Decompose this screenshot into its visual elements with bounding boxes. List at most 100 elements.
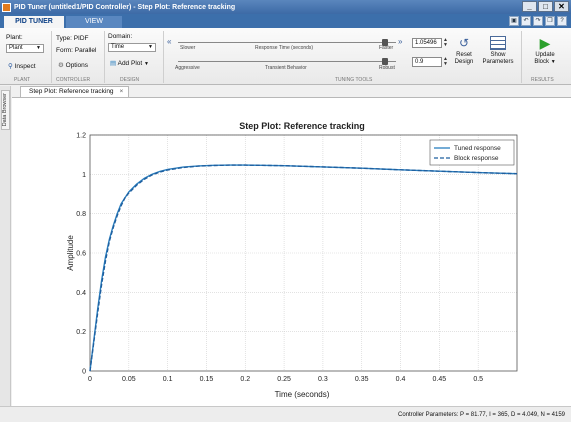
chevron-down-icon: ▼ (148, 44, 153, 50)
close-icon[interactable]: × (120, 88, 124, 95)
slider-decrease-icon[interactable]: « (167, 37, 171, 46)
x-tick-label: 0.1 (163, 376, 173, 383)
divider (104, 31, 105, 83)
series-line-tuned-response (89, 164, 518, 372)
section-design: DESIGN (120, 77, 140, 83)
y-tick-label: 0.8 (76, 211, 86, 218)
slower-label: Slower (180, 45, 196, 51)
help-icon[interactable]: ? (557, 16, 567, 26)
matlab-app-icon (2, 2, 11, 12)
chevron-down-icon: ▼ (144, 61, 149, 67)
update-block-label-2: Block (534, 59, 550, 65)
plant-dropdown[interactable]: Plant ▼ (6, 44, 44, 53)
tab-pid-tuner[interactable]: PID TUNER (4, 16, 64, 28)
section-plant: PLANT (14, 77, 31, 83)
add-plot-label: Add Plot (117, 60, 143, 67)
divider (163, 31, 164, 83)
domain-dropdown-value: Time (111, 44, 125, 50)
gear-icon: ⚙ (58, 62, 64, 69)
response-time-slider[interactable] (178, 42, 396, 43)
reset-design-label-1: Reset (456, 52, 472, 58)
minimize-button[interactable]: _ (522, 1, 537, 12)
section-results: RESULTS (531, 77, 554, 83)
x-tick-label: 0.25 (277, 376, 291, 383)
response-time-spinner[interactable]: ▲ ▼ (443, 38, 449, 48)
show-parameters-button[interactable]: Show Parameters (481, 36, 515, 66)
transient-behavior-slider[interactable] (178, 61, 396, 62)
ribbon: Plant: Plant ▼ ⚲ Inspect PLANT Type: PIDF… (0, 28, 571, 85)
section-controller: CONTROLLER (56, 77, 91, 83)
copy-icon[interactable]: ❐ (545, 16, 555, 26)
save-icon[interactable]: ▣ (509, 16, 519, 26)
x-tick-label: 0.15 (200, 376, 214, 383)
y-axis-label: Amplitude (66, 235, 75, 271)
x-tick-label: 0.3 (318, 376, 328, 383)
controller-form[interactable]: Form: Parallel (56, 47, 96, 54)
transient-behavior-label: Transient Behavior (265, 65, 307, 71)
x-tick-label: 0 (88, 376, 92, 383)
document-tab-label: Step Plot: Reference tracking (29, 88, 114, 95)
aggressive-label: Aggressive (175, 65, 200, 71)
transient-behavior-spinner[interactable]: ▲ ▼ (443, 57, 449, 67)
x-tick-label: 0.05 (122, 376, 136, 383)
controller-type[interactable]: Type: PIDF (56, 35, 89, 42)
legend: Tuned response Block response (429, 139, 515, 166)
domain-dropdown[interactable]: Time ▼ (108, 43, 156, 52)
add-plot-button[interactable]: ▤ Add Plot ▼ (110, 59, 149, 67)
table-icon (490, 36, 506, 50)
chart-title: Step Plot: Reference tracking (239, 121, 365, 131)
plant-dropdown-value: Plant (9, 45, 23, 51)
status-bar: Controller Parameters: P = 81.77, I = 36… (0, 406, 571, 422)
window-title: PID Tuner (untitled1/PID Controller) - S… (14, 3, 236, 11)
maximize-button[interactable]: □ (538, 1, 553, 12)
reset-design-label-2: Design (454, 59, 474, 65)
reset-design-button[interactable]: ↺ Reset Design (451, 36, 477, 66)
y-tick-label: 0.2 (76, 329, 86, 336)
series-line-block-response (89, 164, 518, 372)
divider (51, 31, 52, 83)
chevron-down-icon: ▼ (550, 59, 556, 65)
quick-access-toolbar: ▣ ↶ ↷ ❐ ? (509, 16, 567, 26)
controller-parameters-status: Controller Parameters: P = 81.77, I = 36… (398, 412, 565, 418)
tab-view[interactable]: VIEW (66, 16, 122, 28)
ribbon-tabstrip: PID TUNER VIEW ▣ ↶ ↷ ❐ ? (0, 14, 571, 28)
y-tick-label: 0 (82, 369, 86, 376)
y-tick-label: 0.6 (76, 251, 86, 258)
options-button[interactable]: ⚙ Options (58, 61, 88, 69)
robust-label: Robust (379, 65, 395, 71)
chevron-down-icon: ▼ (36, 45, 41, 51)
divider (521, 31, 522, 83)
close-button[interactable]: ✕ (554, 1, 569, 12)
add-plot-icon: ▤ (110, 60, 117, 67)
domain-label: Domain: (108, 33, 133, 40)
update-block-label-1: Update (535, 52, 555, 58)
transient-behavior-slider-handle[interactable] (382, 58, 388, 65)
undo-icon[interactable]: ↶ (521, 16, 531, 26)
inspect-icon: ⚲ (8, 63, 13, 70)
legend-label-block: Block response (454, 155, 499, 162)
play-icon: ▶ (539, 35, 551, 51)
reset-icon: ↺ (458, 36, 470, 50)
data-browser-label: Data Browser (2, 93, 8, 127)
inspect-button[interactable]: ⚲ Inspect (8, 62, 36, 70)
document-tab[interactable]: Step Plot: Reference tracking × (20, 86, 130, 97)
y-tick-label: 1.2 (76, 133, 86, 140)
y-tick-label: 0.4 (76, 290, 86, 297)
plot-area: Step Plot: Reference tracking 0 0.05 0.1 0.… (12, 97, 571, 406)
faster-label: Faster (379, 45, 394, 51)
transient-behavior-input[interactable]: 0.9 (412, 57, 442, 67)
update-block-button[interactable]: ▶ Update Block ▼ (526, 36, 564, 66)
step-plot[interactable]: Step Plot: Reference tracking 0 0.05 0.1 0.… (12, 98, 571, 407)
options-label: Options (65, 62, 89, 69)
response-time-input[interactable]: 1.05496 (412, 38, 442, 48)
data-browser-tab[interactable]: Data Browser (1, 90, 10, 130)
show-parameters-label-2: Parameters (482, 59, 514, 65)
redo-icon[interactable]: ↷ (533, 16, 543, 26)
title-bar: PID Tuner (untitled1/PID Controller) - S… (0, 0, 571, 14)
sidebar: Data Browser (0, 86, 11, 406)
y-tick-label: 1 (82, 172, 86, 179)
response-time-label: Response Time (seconds) (255, 45, 314, 51)
slider-increase-icon[interactable]: » (398, 37, 402, 46)
section-tuning-tools: TUNING TOOLS (335, 77, 373, 83)
x-tick-label: 0.2 (240, 376, 250, 383)
